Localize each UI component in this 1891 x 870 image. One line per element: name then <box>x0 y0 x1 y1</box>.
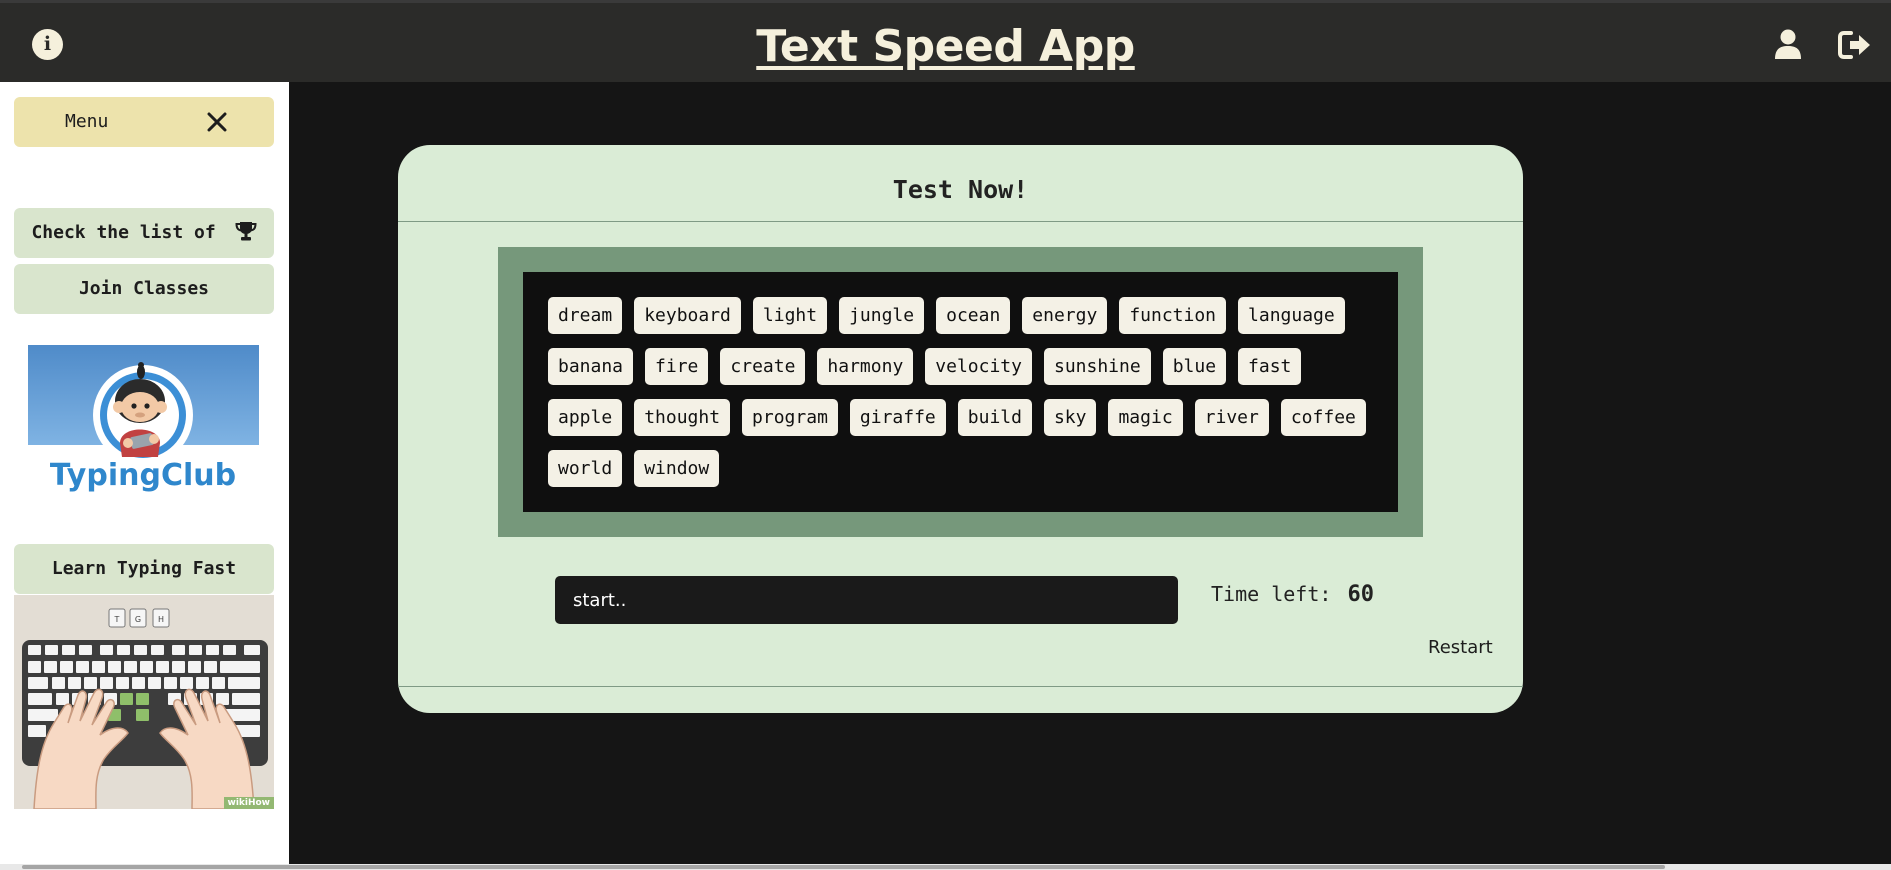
sidebar: Menu Check the list of Join Classes Typi… <box>0 82 289 864</box>
word-chip: fire <box>645 348 709 385</box>
menu-label: Menu <box>65 111 109 132</box>
time-left-value: 60 <box>1347 582 1374 607</box>
key-g-label: G <box>135 615 141 624</box>
menu-bar: Menu <box>14 97 274 147</box>
word-chip: coffee <box>1280 399 1366 436</box>
top-bar: i Text Speed App <box>0 0 1891 82</box>
word-chip: fast <box>1238 348 1302 385</box>
keyboard-hands-image: T G H <box>22 608 268 809</box>
word-chip: function <box>1119 297 1227 334</box>
word-chip: sky <box>1043 399 1097 436</box>
words-list: dream keyboard light jungle ocean energy funct… <box>523 272 1398 512</box>
word-chip: create <box>720 348 806 385</box>
close-icon[interactable] <box>204 109 230 135</box>
word-chip: program <box>742 399 838 436</box>
timer: Time left: 60 <box>1211 582 1374 607</box>
wikihow-watermark: wikiHow <box>223 797 274 809</box>
keyboard-illustration: T G H wikiHow <box>14 595 274 809</box>
word-chip: jungle <box>839 297 925 334</box>
typingclub-brand-text: TypingClub <box>50 458 236 493</box>
leaderboard-label: Check the list of <box>31 222 216 243</box>
words-frame: dream keyboard light jungle ocean energy funct… <box>498 247 1423 537</box>
key-h-label: H <box>158 615 164 624</box>
word-chip: harmony <box>817 348 914 385</box>
logout-icon[interactable] <box>1838 30 1872 60</box>
leaderboard-button[interactable]: Check the list of <box>14 208 274 258</box>
word-chip: dream <box>548 297 623 334</box>
word-chip: language <box>1238 297 1345 334</box>
user-icon[interactable] <box>1774 29 1802 59</box>
divider <box>398 221 1523 222</box>
trophy-icon <box>235 222 257 241</box>
word-chip: ocean <box>936 297 1011 334</box>
word-chip: banana <box>548 348 634 385</box>
time-left-label: Time left: <box>1211 582 1332 606</box>
app-title: Text Speed App <box>756 21 1135 72</box>
word-chip: world <box>548 450 623 487</box>
typing-input[interactable] <box>555 576 1178 624</box>
word-chip: blue <box>1162 348 1227 385</box>
word-chip: thought <box>634 399 731 436</box>
test-title: Test Now! <box>892 175 1029 204</box>
scrollbar-thumb[interactable] <box>22 865 1665 869</box>
learn-typing-button[interactable]: Learn Typing Fast <box>14 544 274 594</box>
horizontal-scrollbar[interactable] <box>0 864 1891 870</box>
typingclub-logo[interactable]: TypingClub <box>28 345 259 499</box>
word-chip: energy <box>1022 297 1108 334</box>
word-chip: sunshine <box>1043 348 1151 385</box>
divider <box>398 686 1523 687</box>
word-chip: window <box>634 450 720 487</box>
typing-test-card: Test Now! dream keyboard light jungle ocean e… <box>398 145 1523 713</box>
restart-button[interactable]: Restart <box>1428 637 1493 658</box>
word-chip: apple <box>548 399 623 436</box>
word-chip: giraffe <box>849 399 946 436</box>
word-chip: velocity <box>925 348 1032 385</box>
word-chip: river <box>1194 399 1269 436</box>
join-classes-button[interactable]: Join Classes <box>14 264 274 314</box>
word-chip: keyboard <box>634 297 741 334</box>
key-t-label: T <box>114 615 120 624</box>
word-chip: magic <box>1108 399 1183 436</box>
word-chip: build <box>957 399 1032 436</box>
word-chip: light <box>752 297 828 334</box>
